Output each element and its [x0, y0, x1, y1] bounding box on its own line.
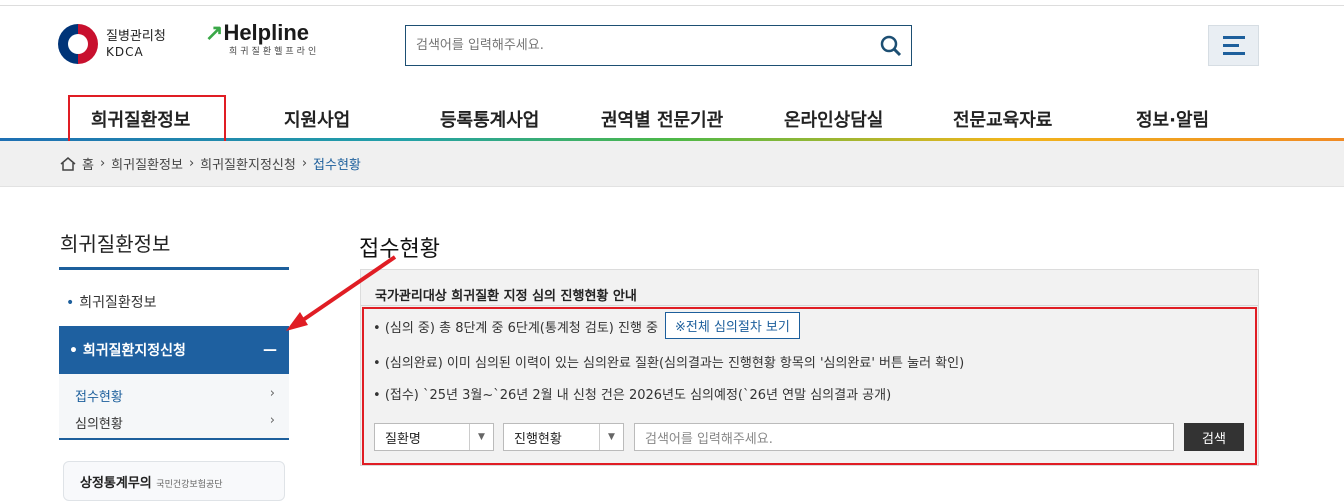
gnb-item-education[interactable]: 전문교육자료 [953, 106, 1052, 132]
chevron-right-icon: › [269, 386, 275, 401]
hamburger-icon-line [1222, 52, 1245, 55]
gnb-item-notice[interactable]: 정보·알림 [1136, 106, 1209, 132]
helpline-sub: 희귀질환헬프라인 [229, 47, 320, 57]
submenu-item-reception[interactable]: 접수현황 › [75, 386, 275, 405]
sidebar-item-rare-disease-info[interactable]: • 희귀질환정보 [66, 292, 157, 312]
bullet-icon: • [66, 295, 75, 311]
sidebar-item-label: 희귀질환정보 [79, 295, 157, 311]
sidebar-submenu: 접수현황 › 심의현황 › [59, 374, 289, 440]
hamburger-icon [1222, 36, 1245, 39]
gnb-item-regional[interactable]: 권역별 전문기관 [601, 106, 723, 132]
home-icon[interactable] [60, 156, 76, 171]
panel-title: 국가관리대상 희귀질환 지정 심의 진행현황 안내 [375, 289, 637, 304]
bullet-icon: • [69, 343, 83, 359]
gnb-item-support[interactable]: 지원사업 [284, 106, 350, 132]
chevron-right-icon: › [301, 156, 308, 171]
page-title: 접수현황 [359, 237, 440, 262]
side-box-sub: 국민건강보험공단 [156, 480, 223, 490]
collapse-icon: — [263, 342, 277, 358]
breadcrumb-current: 접수현황 [313, 158, 361, 173]
top-border [0, 5, 1344, 6]
panel-divider [361, 305, 1258, 306]
org-abbr: KDCA [106, 45, 144, 59]
helpline-logo[interactable]: ↗Helpline 희귀질환헬프라인 [205, 20, 319, 57]
submenu-item-review[interactable]: 심의현황 › [75, 413, 275, 432]
sidebar-title: 희귀질환정보 [60, 232, 171, 256]
kdca-logo[interactable]: 질병관리청 KDCA [58, 24, 166, 64]
hamburger-menu-button[interactable] [1208, 25, 1259, 66]
sidebar-title-bar [59, 267, 289, 270]
breadcrumb-item[interactable]: 희귀질환정보 [111, 154, 183, 173]
submenu-label: 심의현황 [75, 417, 123, 432]
breadcrumb-item[interactable]: 희귀질환지정신청 [200, 154, 296, 173]
gnb-item-registry[interactable]: 등록통계사업 [440, 106, 539, 132]
submenu-label: 접수현황 [75, 390, 123, 405]
search-button[interactable] [871, 26, 911, 65]
helpline-logo-text: Helpline [223, 20, 310, 45]
sidebar-item-designation[interactable]: • 희귀질환지정신청 — [59, 326, 289, 374]
gnb-item-consult[interactable]: 온라인상담실 [784, 106, 883, 132]
chevron-right-icon: › [269, 413, 275, 428]
chevron-right-icon: › [99, 156, 106, 171]
breadcrumb: 홈 › 희귀질환정보 › 희귀질환지정신청 › 접수현황 [0, 141, 1344, 187]
helpline-arrow-icon: ↗ [205, 20, 224, 45]
highlight-box [362, 307, 1257, 465]
search-icon [880, 35, 902, 56]
sidebar-item-label: 희귀질환지정신청 [82, 343, 186, 359]
site-search [405, 25, 912, 66]
side-contact-box[interactable]: 상정통계무의 국민건강보험공단 [63, 461, 285, 501]
search-input[interactable] [406, 26, 871, 65]
org-name: 질병관리청 [106, 29, 166, 44]
taegeuk-emblem-icon [58, 24, 98, 64]
side-box-title: 상정통계무의 [80, 476, 152, 491]
hamburger-icon-line [1222, 44, 1239, 47]
breadcrumb-home[interactable]: 홈 [82, 154, 94, 173]
chevron-right-icon: › [188, 156, 195, 171]
